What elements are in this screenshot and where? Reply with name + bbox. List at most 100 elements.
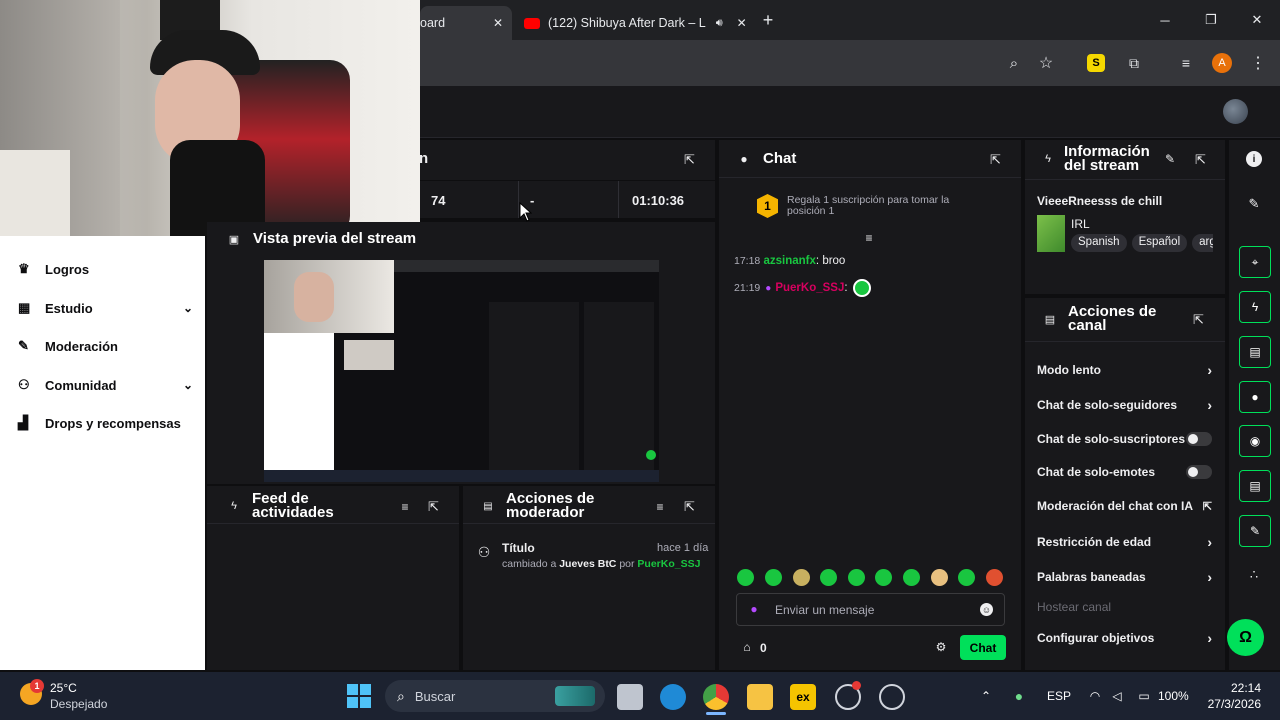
chevron-up-icon[interactable]: ⌃ xyxy=(978,688,994,704)
bolt-icon: ϟ xyxy=(1251,300,1259,314)
set-goals-row[interactable]: Configurar objetivos › xyxy=(1037,630,1212,646)
clock-time[interactable]: 22:14 xyxy=(1231,681,1261,695)
exchange-app-icon[interactable]: ex xyxy=(790,684,816,710)
language-indicator[interactable]: ESP xyxy=(1047,689,1071,703)
zoom-icon[interactable]: ⌕ xyxy=(1004,53,1024,73)
quick-action-button[interactable]: ▤ xyxy=(1239,336,1271,368)
ai-moderation-row[interactable]: Moderación del chat con IA ⇱ xyxy=(1037,499,1212,513)
task-view-icon[interactable] xyxy=(617,684,643,710)
clock-date[interactable]: 27/3/2026 xyxy=(1204,697,1261,711)
share-icon[interactable]: ∴ xyxy=(1246,567,1262,583)
minimize-button[interactable]: ─ xyxy=(1155,10,1175,30)
chevron-right-icon: › xyxy=(1207,362,1212,378)
age-restriction-row[interactable]: Restricción de edad › xyxy=(1037,534,1212,550)
emote-icon[interactable] xyxy=(875,569,892,586)
emote-icon[interactable] xyxy=(931,569,948,586)
mod-entry-user[interactable]: PuerKo_SSJ xyxy=(637,558,700,570)
tab-close-icon[interactable]: ✕ xyxy=(737,16,747,30)
edge-icon[interactable] xyxy=(660,684,686,710)
sidebar-item-moderacion[interactable]: ✎ Moderación xyxy=(18,338,193,354)
quick-action-button[interactable]: ⌖ xyxy=(1239,246,1271,278)
volume-icon[interactable]: ◁ xyxy=(1109,688,1125,704)
mic-icon[interactable]: ● xyxy=(1011,687,1027,705)
maximize-button[interactable]: ❐ xyxy=(1201,10,1221,30)
stream-preview-video[interactable] xyxy=(264,260,659,482)
windows-start-icon[interactable] xyxy=(347,684,371,708)
profile-avatar[interactable]: A xyxy=(1212,53,1232,73)
puzzle-icon[interactable]: ⧉ xyxy=(1124,53,1144,73)
emote-icon[interactable] xyxy=(820,569,837,586)
pencil-icon[interactable]: ✎ xyxy=(1163,152,1177,166)
popout-icon[interactable]: ⇱ xyxy=(1191,312,1206,327)
popout-icon[interactable]: ⇱ xyxy=(988,152,1003,167)
emoji-picker-icon[interactable]: ☺ xyxy=(980,603,993,616)
quick-action-button[interactable]: ◉ xyxy=(1239,425,1271,457)
followers-only-row[interactable]: Chat de solo-seguidores › xyxy=(1037,397,1212,413)
emote-icon[interactable] xyxy=(986,569,1003,586)
emote-icon[interactable] xyxy=(903,569,920,586)
stream-category[interactable]: IRL xyxy=(1071,217,1090,231)
slow-mode-row[interactable]: Modo lento › xyxy=(1037,362,1212,378)
mic-icon[interactable]: ● xyxy=(748,602,760,616)
sidebar-item-estudio[interactable]: ▦ Estudio ⌄ xyxy=(18,300,193,316)
new-tab-button[interactable]: + xyxy=(758,10,778,30)
speaker-icon[interactable]: 🔊︎ xyxy=(716,17,723,30)
kebab-menu-icon[interactable]: ⋮ xyxy=(1250,53,1266,73)
support-headset-icon[interactable]: Ω xyxy=(1227,619,1264,656)
battery-icon[interactable]: ▭ xyxy=(1134,688,1154,704)
close-window-button[interactable]: ✕ xyxy=(1247,10,1267,30)
chat-filter-icon[interactable]: ≡ xyxy=(862,231,876,245)
sidebar-item-comunidad[interactable]: ⚇ Comunidad ⌄ xyxy=(18,377,193,393)
popout-icon[interactable]: ⇱ xyxy=(426,499,441,514)
quick-action-button[interactable]: ✎ xyxy=(1239,515,1271,547)
popout-icon[interactable]: ⇱ xyxy=(682,499,697,514)
extension-icon[interactable]: S xyxy=(1087,54,1105,72)
info-icon[interactable]: i xyxy=(1246,151,1262,167)
quick-action-button[interactable]: ϟ xyxy=(1239,291,1271,323)
filter-icon[interactable]: ≡ xyxy=(398,500,412,514)
pencil-icon[interactable]: ✎ xyxy=(1246,196,1262,212)
row-label: Modo lento xyxy=(1037,363,1101,377)
banned-words-row[interactable]: Palabras baneadas › xyxy=(1037,569,1212,585)
emotes-only-toggle[interactable] xyxy=(1186,465,1212,479)
tag-chip[interactable]: arg xyxy=(1192,234,1213,252)
quick-action-button[interactable]: ▤ xyxy=(1239,470,1271,502)
sidebar-item-drops[interactable]: ▟ Drops y recompensas xyxy=(18,415,193,431)
tag-chip[interactable]: Spanish xyxy=(1071,234,1127,252)
bookmark-star-icon[interactable]: ☆ xyxy=(1036,53,1056,73)
mod-entry-title: Título xyxy=(502,541,535,555)
tab-youtube[interactable]: (122) Shibuya After Dark – L 🔊︎ ✕ xyxy=(518,6,748,40)
chrome-icon[interactable] xyxy=(703,684,729,710)
popout-icon[interactable]: ⇱ xyxy=(682,152,697,167)
emote-icon[interactable] xyxy=(793,569,810,586)
app-icon[interactable] xyxy=(879,684,905,710)
emote-icon[interactable] xyxy=(737,569,754,586)
tag-chip[interactable]: Español xyxy=(1131,234,1188,252)
user-avatar[interactable] xyxy=(1223,99,1248,124)
emote-icon[interactable] xyxy=(848,569,865,586)
msg-user[interactable]: azsinanfx xyxy=(763,255,815,267)
tab-dashboard[interactable]: oard ✕ xyxy=(420,6,512,40)
emote-icon[interactable] xyxy=(765,569,782,586)
bolt-icon: ϟ xyxy=(1045,153,1051,165)
chat-send-button[interactable]: Chat xyxy=(960,635,1006,660)
taskbar-search[interactable]: ⌕ Buscar xyxy=(385,680,605,712)
filter-icon[interactable]: ≡ xyxy=(653,500,667,514)
file-explorer-icon[interactable] xyxy=(747,684,773,710)
quick-action-button[interactable]: ● xyxy=(1239,381,1271,413)
sidebar-item-logros[interactable]: ♛ Logros xyxy=(18,261,193,277)
mod-actions-title: Acciones de moderador xyxy=(506,491,594,520)
sub-gift-text[interactable]: Regala 1 suscripción para tomar la posic… xyxy=(787,195,967,217)
emote-icon[interactable] xyxy=(958,569,975,586)
points-icon[interactable]: ⌂ xyxy=(740,640,754,654)
tab-close-icon[interactable]: ✕ xyxy=(493,16,503,30)
category-boxart[interactable] xyxy=(1037,215,1065,252)
wifi-icon[interactable]: ◠ xyxy=(1087,688,1103,704)
weather-temp[interactable]: 25°C xyxy=(50,681,77,695)
popout-icon[interactable]: ⇱ xyxy=(1193,152,1208,167)
subscribers-only-toggle[interactable] xyxy=(1186,432,1212,446)
media-control-icon[interactable]: ≡ xyxy=(1176,53,1196,73)
chat-input-placeholder: Enviar un mensaje xyxy=(775,603,875,617)
gear-icon[interactable]: ⚙ xyxy=(934,640,948,654)
msg-user[interactable]: PuerKo_SSJ xyxy=(775,282,844,294)
